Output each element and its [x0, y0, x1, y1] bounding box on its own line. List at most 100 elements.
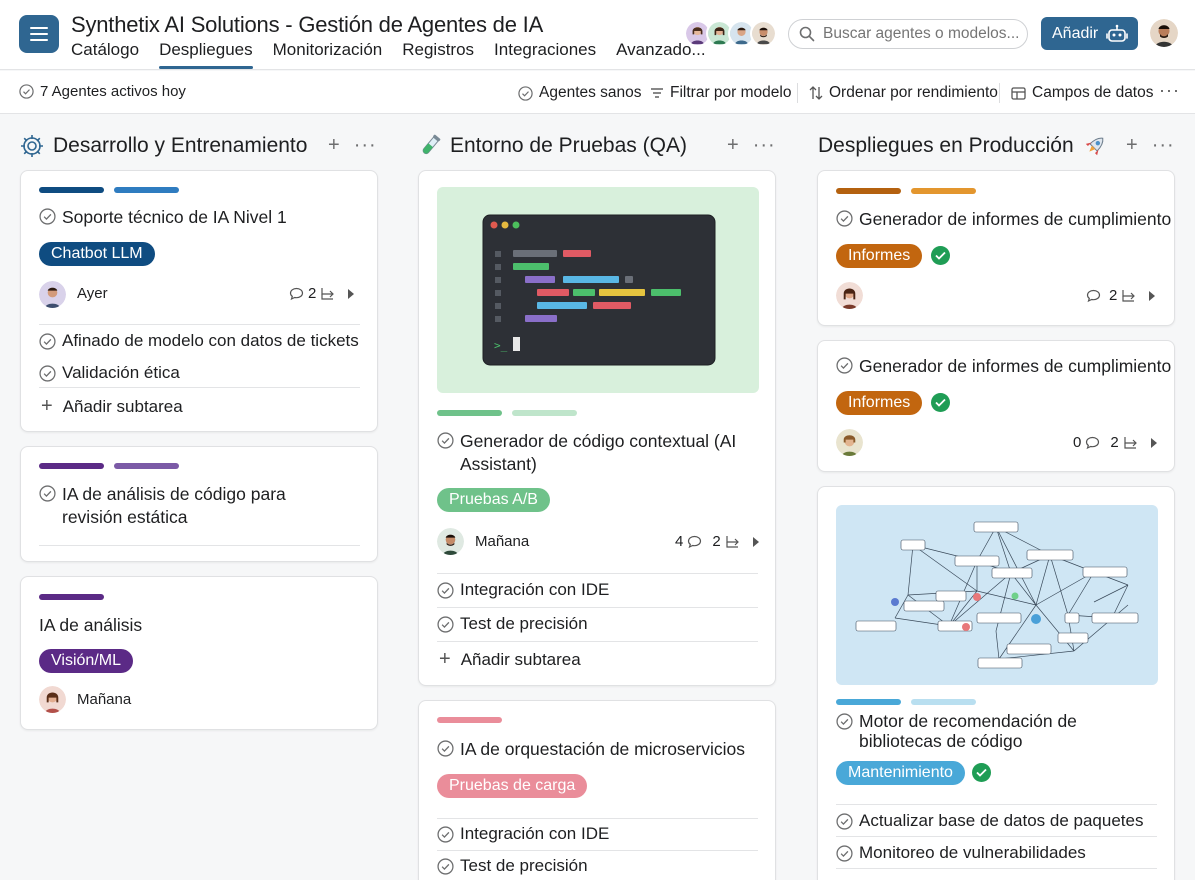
- check-circle-icon[interactable]: [836, 357, 853, 374]
- more-options-icon[interactable]: ···: [753, 134, 776, 157]
- subtask-icon[interactable]: [1123, 436, 1139, 450]
- team-avatars[interactable]: [684, 20, 777, 48]
- tab-catalogo[interactable]: Catálogo: [71, 40, 139, 70]
- comment-icon[interactable]: [289, 287, 304, 301]
- card-title[interactable]: IA de orquestación de microservicios: [437, 738, 745, 761]
- card-color-bars: [836, 699, 976, 705]
- card-title[interactable]: Generador de informes de cumplimiento: [836, 208, 1171, 231]
- tag-maintenance[interactable]: Mantenimiento: [836, 761, 965, 785]
- agent-card[interactable]: >_ Generador de código contextual (AI As…: [418, 170, 776, 686]
- check-circle-icon[interactable]: [437, 432, 454, 449]
- add-card-icon[interactable]: +: [328, 134, 340, 157]
- agent-card[interactable]: IA de análisis Visión/ML Mañana: [20, 576, 378, 730]
- subtask-item[interactable]: Monitoreo de vulnerabilidades: [836, 843, 1086, 863]
- subtask-item[interactable]: Integración con IDE: [437, 580, 609, 600]
- agent-card[interactable]: Soporte técnico de IA Nivel 1 Chatbot LL…: [20, 170, 378, 432]
- comment-icon[interactable]: [687, 535, 702, 549]
- check-circle-icon[interactable]: [39, 332, 56, 350]
- card-color-bars: [39, 463, 179, 469]
- card-title[interactable]: Motor de recomendación de bibliotecas de…: [836, 711, 1136, 751]
- assignee-avatar[interactable]: [437, 528, 464, 555]
- agent-card[interactable]: IA de análisis de código para revisión e…: [20, 446, 378, 562]
- plus-icon: +: [41, 395, 53, 417]
- card-title[interactable]: Soporte técnico de IA Nivel 1: [39, 206, 287, 229]
- card-title[interactable]: IA de análisis de código para revisión e…: [39, 483, 349, 529]
- expand-arrow-icon[interactable]: [346, 288, 356, 300]
- assignee-avatar[interactable]: [836, 282, 863, 309]
- check-circle-icon[interactable]: [437, 581, 454, 599]
- assignee-avatar[interactable]: [836, 429, 863, 456]
- active-agents-status: 7 Agentes activos hoy: [19, 83, 186, 100]
- tab-registros[interactable]: Registros: [402, 40, 474, 70]
- agent-card[interactable]: Motor de recomendación de bibliotecas de…: [817, 486, 1175, 880]
- more-options-icon[interactable]: ···: [1152, 134, 1175, 157]
- check-circle-icon[interactable]: [836, 844, 853, 862]
- add-agent-button[interactable]: Añadir: [1041, 17, 1138, 50]
- more-options-icon[interactable]: ···: [1159, 80, 1180, 101]
- card-title[interactable]: Generador de código contextual (AI Assis…: [437, 430, 737, 476]
- add-subtask-button[interactable]: + Añadir subtarea: [41, 395, 183, 418]
- add-subtask-button[interactable]: + Añadir subtarea: [439, 648, 581, 671]
- subtask-item[interactable]: Validación ética: [39, 363, 180, 383]
- board-toolbar: 7 Agentes activos hoy Agentes sanos Filt…: [0, 71, 1195, 114]
- check-circle-icon[interactable]: [39, 485, 56, 502]
- tag-reports[interactable]: Informes: [836, 244, 923, 268]
- tab-integraciones[interactable]: Integraciones: [494, 40, 596, 70]
- terminal-code-illustration: >_: [437, 187, 759, 393]
- tag-reports[interactable]: Informes: [836, 391, 923, 415]
- check-circle-icon[interactable]: [836, 713, 853, 730]
- assignee-avatar[interactable]: [39, 686, 66, 713]
- comment-icon[interactable]: [1086, 289, 1101, 303]
- menu-button[interactable]: [19, 15, 59, 53]
- healthy-agents-filter[interactable]: Agentes sanos: [518, 84, 642, 102]
- subtask-icon[interactable]: [320, 287, 336, 301]
- search-input[interactable]: [823, 25, 1023, 43]
- card-title-text: Motor de recomendación de bibliotecas de…: [859, 711, 1077, 751]
- check-circle-icon[interactable]: [836, 210, 853, 227]
- subtask-item[interactable]: Test de precisión: [437, 614, 588, 634]
- subtask-icon[interactable]: [725, 535, 741, 549]
- assignee-avatar[interactable]: [39, 281, 66, 308]
- expand-arrow-icon[interactable]: [751, 536, 761, 548]
- subtask-item[interactable]: Actualizar base de datos de paquetes: [836, 811, 1143, 831]
- add-card-icon[interactable]: +: [727, 134, 739, 157]
- tab-monitorizacion[interactable]: Monitorización: [273, 40, 383, 70]
- check-circle-icon[interactable]: [437, 615, 454, 633]
- subtask-item[interactable]: Afinado de modelo con datos de tickets: [39, 331, 359, 351]
- tag-vision[interactable]: Visión/ML: [39, 649, 133, 673]
- rocket-icon: [1085, 137, 1104, 156]
- expand-arrow-icon[interactable]: [1149, 437, 1159, 449]
- divider: [39, 387, 360, 388]
- healthy-check-icon: [931, 246, 950, 265]
- subtask-icon[interactable]: [1121, 289, 1137, 303]
- user-avatar[interactable]: [1150, 19, 1178, 47]
- check-circle-icon[interactable]: [836, 812, 853, 830]
- filter-by-model[interactable]: Filtrar por modelo: [650, 84, 791, 102]
- check-circle-icon[interactable]: [437, 825, 454, 843]
- tab-despliegues[interactable]: Despliegues: [159, 40, 253, 70]
- subtask-item[interactable]: Test de precisión: [437, 856, 588, 876]
- search-box[interactable]: [788, 19, 1028, 49]
- card-title[interactable]: IA de análisis: [39, 614, 142, 637]
- more-options-icon[interactable]: ···: [354, 134, 377, 157]
- add-card-icon[interactable]: +: [1126, 134, 1138, 157]
- tag-load-testing[interactable]: Pruebas de carga: [437, 774, 588, 798]
- tag-chatbot[interactable]: Chatbot LLM: [39, 242, 155, 266]
- subtask-item[interactable]: Integración con IDE: [437, 824, 609, 844]
- data-fields[interactable]: Campos de datos: [1011, 84, 1154, 102]
- tag-ab-testing[interactable]: Pruebas A/B: [437, 488, 550, 512]
- comment-icon[interactable]: [1085, 436, 1100, 450]
- agent-card[interactable]: IA de orquestación de microservicios Pru…: [418, 700, 776, 880]
- agent-card[interactable]: Generador de informes de cumplimiento In…: [817, 340, 1175, 472]
- status-text: 7 Agentes activos hoy: [40, 83, 186, 100]
- toolbar-divider: [999, 83, 1000, 103]
- check-circle-icon[interactable]: [437, 740, 454, 757]
- sort-by-performance[interactable]: Ordenar por rendimiento: [809, 84, 998, 102]
- check-circle-icon[interactable]: [39, 364, 56, 382]
- check-circle-icon[interactable]: [39, 208, 56, 225]
- agent-card[interactable]: Generador de informes de cumplimiento In…: [817, 170, 1175, 326]
- card-title[interactable]: Generador de informes de cumplimiento: [836, 355, 1171, 378]
- check-circle-icon[interactable]: [437, 857, 454, 875]
- expand-arrow-icon[interactable]: [1147, 290, 1157, 302]
- column-title: Despliegues en Producción: [818, 134, 1074, 157]
